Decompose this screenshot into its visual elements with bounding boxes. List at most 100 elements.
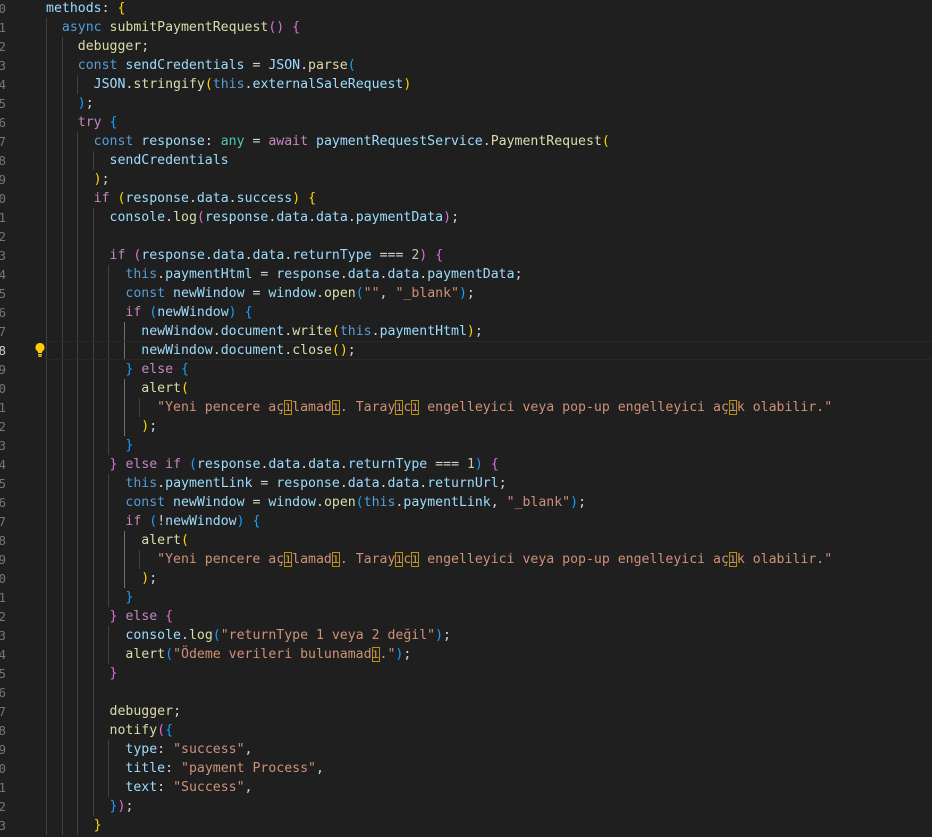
code-token: ( bbox=[149, 514, 158, 529]
code-line[interactable]: const newWindow = window.open("", "_blan… bbox=[46, 284, 932, 303]
code-line[interactable]: ); bbox=[46, 170, 932, 189]
code-line[interactable]: ); bbox=[46, 94, 932, 113]
code-token: . bbox=[244, 77, 253, 92]
line-number: 4 bbox=[0, 647, 6, 662]
code-line[interactable]: } bbox=[46, 436, 932, 455]
code-line[interactable] bbox=[46, 227, 932, 246]
code-line[interactable]: try { bbox=[46, 113, 932, 132]
line-number: 0 bbox=[0, 761, 6, 776]
code-token: "_blank" bbox=[506, 495, 571, 510]
code-line[interactable] bbox=[46, 683, 932, 702]
code-line[interactable]: }); bbox=[46, 797, 932, 816]
code-token: ; bbox=[173, 704, 182, 719]
code-line[interactable]: if (!newWindow) { bbox=[46, 512, 932, 531]
code-line[interactable]: } bbox=[46, 588, 932, 607]
code-token: alert bbox=[125, 647, 166, 662]
code-line[interactable]: newWindow.document.write(this.paymentHtm… bbox=[46, 322, 932, 341]
code-line[interactable]: console.log("returnType 1 veya 2 değil")… bbox=[46, 626, 932, 645]
code-token: ; bbox=[578, 495, 587, 510]
code-line[interactable]: alert( bbox=[46, 531, 932, 550]
line-number: 9 bbox=[0, 552, 6, 567]
code-token: const bbox=[125, 495, 174, 510]
code-line[interactable]: const newWindow = window.open(this.payme… bbox=[46, 493, 932, 512]
code-line[interactable]: title: "payment Process", bbox=[46, 759, 932, 778]
code-token: . bbox=[482, 134, 491, 149]
code-line[interactable]: const response: any = await paymentReque… bbox=[46, 132, 932, 151]
code-token: newWindow bbox=[157, 305, 229, 320]
code-token: engelleyici veya pop-up engelleyici aç bbox=[419, 400, 729, 415]
code-token: "_blank" bbox=[395, 286, 459, 301]
code-token: = bbox=[244, 58, 269, 73]
code-token: ) bbox=[570, 495, 579, 510]
code-line[interactable]: console.log(response.data.data.paymentDa… bbox=[46, 208, 932, 227]
line-number: 5 bbox=[0, 96, 6, 111]
code-token: newWindow bbox=[173, 495, 245, 510]
code-line[interactable]: sendCredentials bbox=[46, 151, 932, 170]
code-line[interactable]: if (response.data.data.returnType === 2)… bbox=[46, 246, 932, 265]
code-token: try bbox=[77, 115, 110, 130]
code-line[interactable]: } bbox=[46, 664, 932, 683]
lightbulb-icon[interactable] bbox=[33, 342, 47, 358]
code-token: . bbox=[308, 210, 317, 225]
code-line[interactable]: } else { bbox=[46, 360, 932, 379]
line-number: 0 bbox=[0, 381, 6, 396]
code-line[interactable]: alert( bbox=[46, 379, 932, 398]
code-line[interactable]: "Yeni pencere açılamadı. Tarayıcı engell… bbox=[46, 398, 932, 417]
code-token: document bbox=[220, 324, 285, 339]
code-token: ( bbox=[165, 647, 174, 662]
code-line[interactable]: JSON.stringify(this.externalSaleRequest) bbox=[46, 75, 932, 94]
code-line[interactable]: debugger; bbox=[46, 37, 932, 56]
code-line[interactable]: type: "success", bbox=[46, 740, 932, 759]
code-token: ; bbox=[85, 96, 94, 111]
line-number-gutter[interactable]: 0 1 2 3 4 5 6 7 8 9 0 1 2 3 4 5 6 7 8 9 0 1 2 3 4 5 6 7 8 9 0 1 2 3 4 5 6 7 8 9… bbox=[0, 0, 30, 837]
code-line[interactable]: this.paymentLink = response.data.data.re… bbox=[46, 474, 932, 493]
code-line[interactable]: this.paymentHtml = response.data.data.pa… bbox=[46, 265, 932, 284]
code-token: . bbox=[284, 343, 293, 358]
code-editor[interactable]: 0 1 2 3 4 5 6 7 8 9 0 1 2 3 4 5 6 7 8 9 0 1 2 3 4 5 6 7 8 9 0 1 2 3 4 5 6 7 8 9… bbox=[0, 0, 932, 837]
code-token: this bbox=[339, 324, 372, 339]
code-token: stringify bbox=[133, 77, 205, 92]
code-line[interactable]: debugger; bbox=[46, 702, 932, 721]
code-line[interactable]: } else if (response.data.data.returnType… bbox=[46, 455, 932, 474]
code-token: ı bbox=[331, 400, 340, 415]
code-token: ( bbox=[180, 533, 189, 548]
code-token: alert bbox=[141, 381, 181, 396]
code-line[interactable]: methods: { bbox=[46, 0, 932, 18]
code-line[interactable]: newWindow.document.close(); bbox=[46, 341, 932, 360]
line-number: 6 bbox=[0, 115, 6, 130]
line-number: 2 bbox=[0, 799, 6, 814]
line-number: 0 bbox=[0, 571, 6, 586]
code-line[interactable]: } else { bbox=[46, 607, 932, 626]
code-token: ( bbox=[212, 628, 221, 643]
code-line[interactable]: if (newWindow) { bbox=[46, 303, 932, 322]
code-line[interactable]: text: "Success", bbox=[46, 778, 932, 797]
code-token: ( bbox=[196, 210, 205, 225]
code-token: response bbox=[204, 210, 269, 225]
code-line[interactable]: if (response.data.success) { bbox=[46, 189, 932, 208]
code-line[interactable]: } bbox=[46, 816, 932, 835]
code-token: data bbox=[268, 457, 301, 472]
code-line[interactable]: alert("Ödeme verileri bulunamadı."); bbox=[46, 645, 932, 664]
code-token: engelleyici veya pop-up engelleyici aç bbox=[419, 552, 729, 567]
code-line[interactable]: "Yeni pencere açılamadı. Tarayıcı engell… bbox=[46, 550, 932, 569]
code-token: = bbox=[244, 286, 269, 301]
line-number: 1 bbox=[0, 210, 6, 225]
code-token: log bbox=[173, 210, 197, 225]
code-line[interactable]: ); bbox=[46, 417, 932, 436]
code-token: === bbox=[427, 457, 467, 472]
code-line[interactable]: const sendCredentials = JSON.parse( bbox=[46, 56, 932, 75]
code-line[interactable]: async submitPaymentRequest() { bbox=[46, 18, 932, 37]
code-line[interactable]: ); bbox=[46, 569, 932, 588]
code-token: === bbox=[371, 248, 412, 263]
code-token: externalSaleRequest bbox=[252, 77, 404, 92]
code-line[interactable]: notify({ bbox=[46, 721, 932, 740]
code-token: . bbox=[315, 495, 324, 510]
line-number: 8 bbox=[0, 153, 6, 168]
code-token: . bbox=[244, 248, 253, 263]
code-token: ) bbox=[474, 457, 483, 472]
code-token: . bbox=[284, 324, 293, 339]
